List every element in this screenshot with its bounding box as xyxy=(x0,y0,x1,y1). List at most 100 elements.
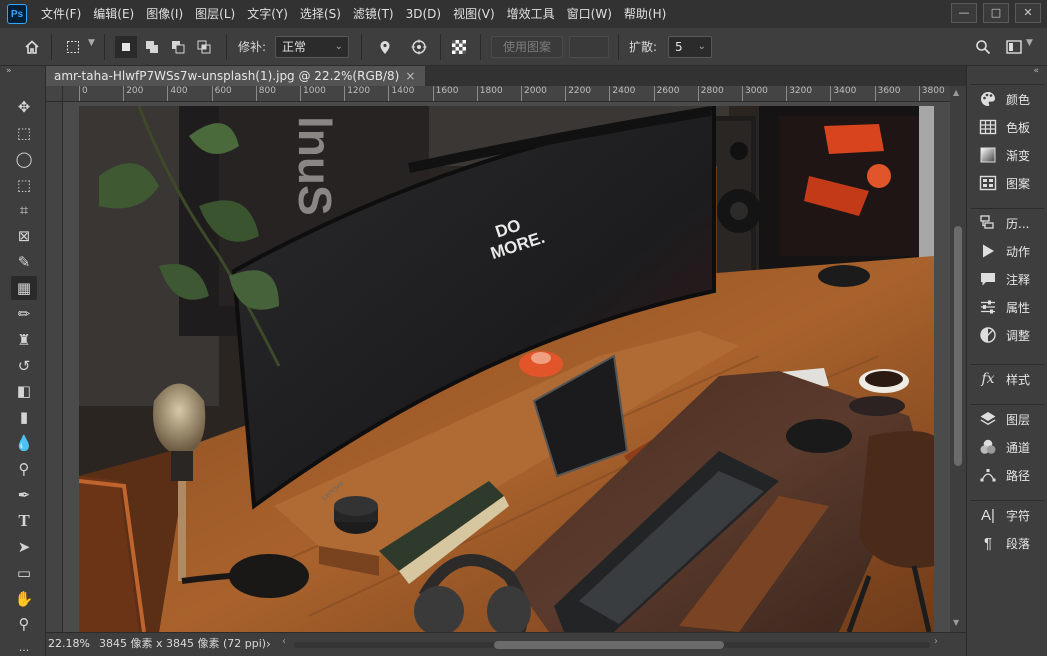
panel-properties[interactable]: 属性 xyxy=(971,293,1044,321)
minimize-button[interactable]: — xyxy=(951,3,977,23)
pattern-picker[interactable] xyxy=(569,36,609,58)
panel-gradients[interactable]: 渐变 xyxy=(971,141,1044,169)
menu-view[interactable]: 视图(V) xyxy=(447,0,501,28)
horizontal-ruler[interactable]: 0 200 400 600 800 1000 1200 1400 1600 1800 2000 220… xyxy=(63,86,950,102)
ruler-tick-label: 600 xyxy=(211,86,232,101)
use-pattern-button[interactable]: 使用图案 xyxy=(491,36,563,58)
history-brush-tool[interactable]: ↺ xyxy=(11,354,37,378)
diffusion-select[interactable]: 5 ⌄ xyxy=(668,36,712,58)
menu-help[interactable]: 帮助(H) xyxy=(618,0,672,28)
lasso-tool-icon: ◯ xyxy=(15,150,33,168)
frame-tool[interactable]: ⊠ xyxy=(11,224,37,248)
type-tool[interactable]: T xyxy=(11,509,37,533)
panel-swatches[interactable]: 色板 xyxy=(971,113,1044,141)
panel-styles[interactable]: fx 样式 xyxy=(971,365,1044,393)
crop-tool-icon: ⌗ xyxy=(19,201,29,219)
panel-adjustments[interactable]: 调整 xyxy=(971,321,1044,349)
menu-plugins[interactable]: 增效工具 xyxy=(501,0,561,28)
panel-history[interactable]: 历... xyxy=(971,209,1044,237)
panel-patterns[interactable]: 图案 xyxy=(971,169,1044,197)
collapse-toolbar-icon[interactable]: » xyxy=(6,66,12,76)
search-icon[interactable] xyxy=(972,36,994,58)
destination-target-icon[interactable] xyxy=(408,36,430,58)
panel-character-label: 字符 xyxy=(1006,508,1031,523)
clone-stamp-tool[interactable]: ♜ xyxy=(11,328,37,352)
more-tools[interactable]: ··· xyxy=(11,638,37,656)
ruler-tick-label: 3000 xyxy=(742,86,768,101)
vertical-ruler[interactable] xyxy=(46,102,63,632)
chevron-down-icon[interactable]: ▼ xyxy=(1026,38,1033,60)
scroll-left-icon[interactable]: ‹ xyxy=(282,636,286,647)
menu-window[interactable]: 窗口(W) xyxy=(561,0,618,28)
horizontal-scroll-thumb[interactable] xyxy=(494,641,724,649)
brush-tool[interactable]: ✏ xyxy=(11,302,37,326)
lasso-tool[interactable]: ◯ xyxy=(11,147,37,171)
transparent-checker-icon[interactable] xyxy=(448,36,470,58)
panel-paths[interactable]: 路径 xyxy=(971,461,1044,489)
menu-file[interactable]: 文件(F) xyxy=(35,0,87,28)
blur-tool[interactable]: 💧 xyxy=(11,431,37,455)
panel-paragraph[interactable]: ¶ 段落 xyxy=(971,529,1044,557)
scroll-up-icon[interactable]: ▲ xyxy=(953,88,959,97)
panel-group-history: 历... 动作 注释 属性 调整 xyxy=(971,208,1044,349)
expand-panels-icon[interactable]: « xyxy=(1033,66,1039,76)
hand-tool[interactable]: ✋ xyxy=(11,587,37,611)
eraser-tool[interactable]: ◧ xyxy=(11,379,37,403)
diffusion-label: 扩散: xyxy=(629,40,658,54)
patch-tool[interactable]: ▦ xyxy=(11,276,37,300)
document-tab[interactable]: amr-taha-HlwfP7WSs7w-unsplash(1).jpg @ 2… xyxy=(46,66,426,86)
source-pin-icon[interactable] xyxy=(374,36,396,58)
menu-3d[interactable]: 3D(D) xyxy=(400,0,447,28)
panel-actions[interactable]: 动作 xyxy=(971,237,1044,265)
panel-color[interactable]: 颜色 xyxy=(971,85,1044,113)
new-selection-icon[interactable] xyxy=(115,36,137,58)
close-button[interactable]: ✕ xyxy=(1015,3,1041,23)
image-canvas[interactable]: lnuS DO MORE. Lenovo xyxy=(79,106,934,632)
tool-preset-icon[interactable] xyxy=(62,36,84,58)
menu-bar: Ps 文件(F) 编辑(E) 图像(I) 图层(L) 文字(Y) 选择(S) 滤… xyxy=(0,0,1047,28)
tools-panel: » ✥ ⬚ ◯ ⬚ ⌗ ⊠ ✎ ▦ ✏ ♜ ↺ ◧ ▮ 💧 ⚲ ✒ T ➤ ▭ ✋ ⚲ ··· xyxy=(0,66,46,656)
crop-tool[interactable]: ⌗ xyxy=(11,198,37,222)
path-selection-tool[interactable]: ➤ xyxy=(11,535,37,559)
scroll-down-icon[interactable]: ▼ xyxy=(953,618,959,627)
panel-layers[interactable]: 图层 xyxy=(971,405,1044,433)
restore-button[interactable]: □ xyxy=(983,3,1009,23)
status-more-button[interactable]: › xyxy=(266,633,271,655)
menu-filter[interactable]: 滤镜(T) xyxy=(347,0,400,28)
dodge-tool[interactable]: ⚲ xyxy=(11,457,37,481)
pen-tool[interactable]: ✒ xyxy=(11,483,37,507)
panel-character[interactable]: A| 字符 xyxy=(971,501,1044,529)
add-selection-icon[interactable] xyxy=(141,36,163,58)
subtract-selection-icon[interactable] xyxy=(167,36,189,58)
menu-type[interactable]: 文字(Y) xyxy=(241,0,294,28)
panel-channels[interactable]: 通道 xyxy=(971,433,1044,461)
panel-styles-label: 样式 xyxy=(1006,372,1031,387)
horizontal-scrollbar[interactable]: ‹ › xyxy=(282,636,942,652)
eyedropper-tool[interactable]: ✎ xyxy=(11,250,37,274)
ruler-tick-label: 3600 xyxy=(874,86,901,101)
chevron-down-icon[interactable]: ▼ xyxy=(88,38,95,60)
scroll-right-icon[interactable]: › xyxy=(934,636,938,647)
document-info: 3845 像素 x 3845 像素 (72 ppi) xyxy=(99,637,267,650)
menu-edit[interactable]: 编辑(E) xyxy=(87,0,140,28)
menu-layer[interactable]: 图层(L) xyxy=(189,0,241,28)
workspace-icon[interactable] xyxy=(1003,36,1025,58)
desk-photo: lnuS DO MORE. Lenovo xyxy=(79,106,934,632)
zoom-level[interactable]: 22.18% xyxy=(46,633,92,656)
home-icon[interactable] xyxy=(21,36,43,58)
object-selection-tool[interactable]: ⬚ xyxy=(11,173,37,197)
vertical-scroll-thumb[interactable] xyxy=(954,226,962,466)
menu-image[interactable]: 图像(I) xyxy=(140,0,189,28)
rectangle-tool[interactable]: ▭ xyxy=(11,561,37,585)
rectangular-marquee-tool[interactable]: ⬚ xyxy=(11,121,37,145)
intersect-selection-icon[interactable] xyxy=(193,36,215,58)
zoom-tool[interactable]: ⚲ xyxy=(11,612,37,636)
move-tool[interactable]: ✥ xyxy=(11,95,37,119)
panel-notes[interactable]: 注释 xyxy=(971,265,1044,293)
menu-select[interactable]: 选择(S) xyxy=(294,0,347,28)
gradient-tool[interactable]: ▮ xyxy=(11,405,37,429)
ruler-origin[interactable] xyxy=(46,86,63,102)
vertical-scrollbar[interactable]: ▲ ▼ xyxy=(950,86,966,632)
close-tab-icon[interactable]: × xyxy=(405,69,415,83)
mode-select[interactable]: 正常 ⌄ xyxy=(275,36,349,58)
